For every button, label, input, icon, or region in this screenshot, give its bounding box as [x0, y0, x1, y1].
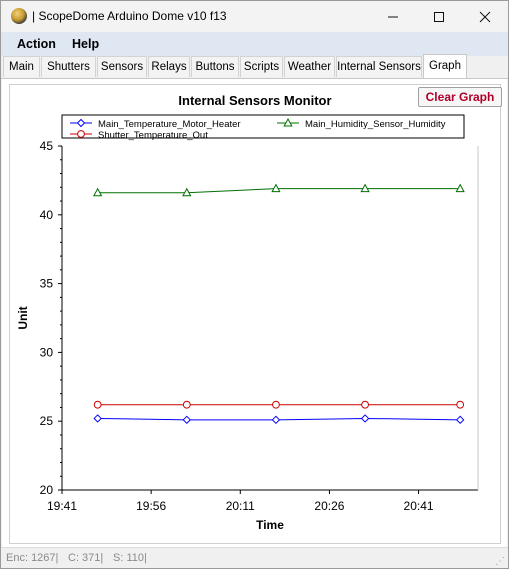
tab-relays[interactable]: Relays — [148, 56, 190, 77]
tab-main[interactable]: Main — [3, 56, 40, 77]
y-tick-label-5: 45 — [40, 139, 54, 153]
status-bar: Enc: 1267| C: 371| S: 110| ⋰ — [1, 547, 508, 568]
x-tick-label-3: 20:26 — [314, 499, 344, 513]
legend-marker-2 — [77, 130, 85, 138]
data-point-0-4 — [455, 415, 465, 425]
legend-label-1: Main_Humidity_Sensor_Humidity — [305, 119, 446, 130]
window-title: | ScopeDome Arduino Dome v10 f13 — [32, 9, 227, 23]
x-tick-label-1: 19:56 — [136, 499, 166, 513]
tab-graph[interactable]: Graph — [423, 54, 467, 78]
minimize-icon[interactable] — [370, 1, 416, 32]
data-point-2-1 — [182, 400, 191, 409]
clear-graph-button[interactable]: Clear Graph — [418, 87, 502, 107]
data-point-0-3 — [360, 414, 370, 423]
close-icon[interactable] — [462, 1, 508, 32]
tab-buttons[interactable]: Buttons — [191, 56, 239, 77]
legend-label-2: Shutter_Temperature_Out — [98, 130, 208, 141]
tab-sensors[interactable]: Sensors — [97, 56, 147, 77]
menu-help[interactable]: Help — [72, 37, 99, 51]
chart-title: Internal Sensors Monitor — [178, 93, 331, 108]
data-point-2-3 — [361, 400, 369, 409]
tab-strip: Main Shutters Sensors Relays Buttons Scr… — [1, 54, 508, 79]
title-bar: | ScopeDome Arduino Dome v10 f13 — [1, 1, 508, 32]
data-point-2-4 — [456, 400, 465, 409]
y-tick-label-4: 40 — [40, 208, 54, 222]
menu-bar: Action Help — [1, 32, 508, 56]
data-point-2-2 — [272, 400, 280, 409]
resize-grip-icon[interactable]: ⋰ — [495, 556, 505, 567]
y-tick-label-1: 25 — [40, 414, 54, 428]
dome-app-icon — [11, 8, 27, 24]
maximize-icon[interactable] — [416, 1, 462, 32]
x-tick-label-0: 19:41 — [47, 499, 77, 513]
data-point-0-0 — [93, 414, 102, 423]
chart-frame: Internal Sensors Monitor Main_Temperature… — [9, 84, 501, 544]
y-tick-label-0: 20 — [40, 483, 54, 497]
status-s: S: 110| — [113, 552, 147, 564]
tab-scripts[interactable]: Scripts — [240, 56, 283, 77]
menu-action[interactable]: Action — [17, 37, 56, 51]
data-point-2-0 — [93, 400, 102, 409]
data-point-0-1 — [182, 415, 192, 425]
status-c: C: 371| — [68, 552, 104, 564]
status-encoder: Enc: 1267| — [6, 552, 59, 564]
legend-label-0: Main_Temperature_Motor_Heater — [98, 119, 241, 130]
y-tick-label-3: 35 — [40, 277, 54, 291]
tab-internal-sensors[interactable]: Internal Sensors — [336, 56, 422, 77]
tab-weather[interactable]: Weather — [284, 56, 335, 77]
data-point-0-2 — [271, 415, 281, 425]
x-tick-label-4: 20:41 — [404, 499, 434, 513]
x-axis-label: Time — [256, 518, 284, 532]
y-axis-label: Unit — [16, 306, 30, 329]
x-tick-label-2: 20:11 — [226, 499, 255, 513]
app-window: | ScopeDome Arduino Dome v10 f13 Action … — [0, 0, 509, 569]
line-chart: Internal Sensors Monitor Main_Temperature… — [16, 93, 479, 532]
tab-shutters[interactable]: Shutters — [41, 56, 96, 77]
graph-panel: Internal Sensors Monitor Main_Temperature… — [2, 79, 507, 547]
y-tick-label-2: 30 — [40, 345, 54, 359]
